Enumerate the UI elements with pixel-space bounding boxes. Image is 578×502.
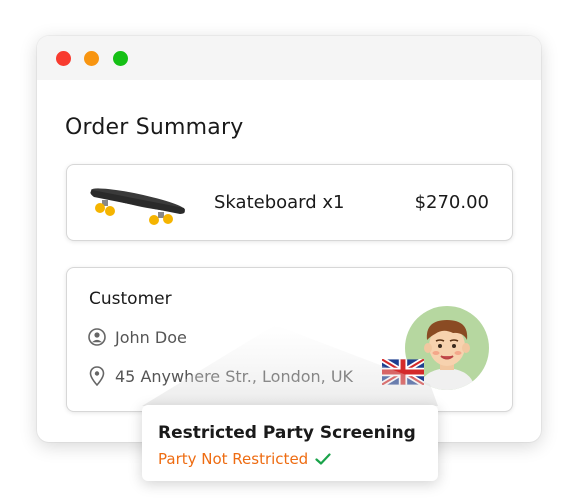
screening-popup: Restricted Party Screening Party Not Res… bbox=[142, 405, 438, 481]
skateboard-icon bbox=[90, 188, 185, 225]
uk-flag-icon bbox=[382, 359, 424, 385]
customer-address: 45 Anywhere Str., London, UK bbox=[115, 366, 354, 386]
close-window-button[interactable] bbox=[56, 51, 71, 66]
customer-heading: Customer bbox=[89, 289, 172, 309]
customer-address-row: 45 Anywhere Str., London, UK bbox=[88, 366, 353, 386]
customer-name-row: John Doe bbox=[88, 327, 187, 347]
user-icon bbox=[88, 327, 106, 347]
screening-status-row: Party Not Restricted bbox=[158, 450, 331, 468]
location-pin-icon bbox=[88, 366, 106, 386]
product-name: Skateboard x1 bbox=[214, 192, 345, 213]
product-price: $270.00 bbox=[414, 192, 489, 213]
product-card[interactable]: Skateboard x1 $270.00 bbox=[66, 164, 513, 241]
maximize-window-button[interactable] bbox=[113, 51, 128, 66]
app-window: Order Summary Skateboard x1 $270.00 Cust… bbox=[37, 36, 541, 442]
customer-card[interactable]: Customer John Doe 45 Anywhere Str., Lond… bbox=[66, 267, 513, 412]
customer-name: John Doe bbox=[115, 327, 187, 347]
page-title: Order Summary bbox=[65, 115, 244, 140]
screening-status: Party Not Restricted bbox=[158, 450, 309, 468]
stage: Order Summary Skateboard x1 $270.00 Cust… bbox=[0, 0, 578, 502]
screening-title: Restricted Party Screening bbox=[158, 423, 416, 443]
check-icon bbox=[315, 453, 331, 465]
minimize-window-button[interactable] bbox=[84, 51, 99, 66]
title-bar bbox=[37, 36, 541, 80]
